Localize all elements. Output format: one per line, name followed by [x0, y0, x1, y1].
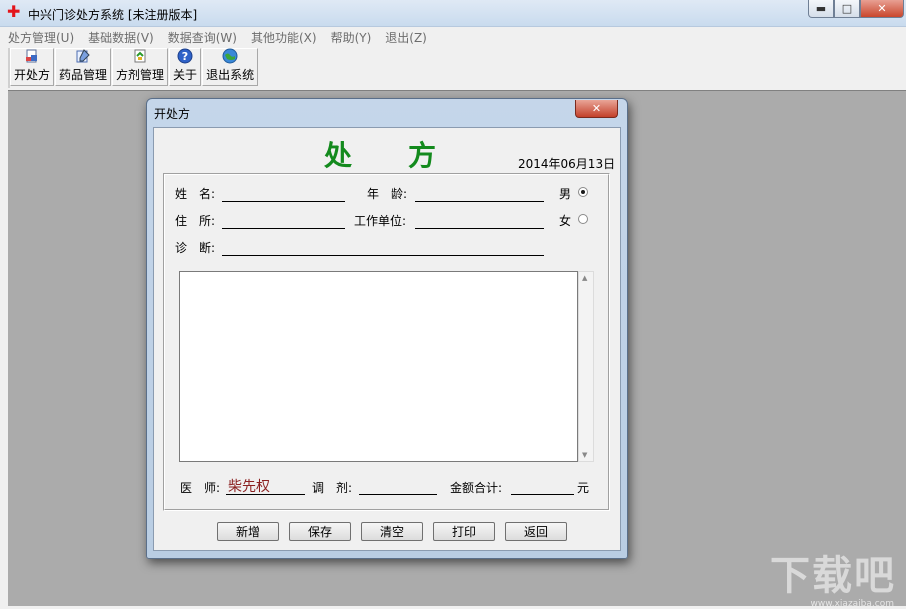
formula-icon: [132, 48, 148, 64]
main-titlebar: ✚ 中兴门诊处方系统 [未注册版本] ▬ □ ✕: [0, 0, 906, 27]
back-button[interactable]: 返回: [505, 522, 567, 541]
menu-basic-data[interactable]: 基础数据(V): [88, 29, 154, 46]
print-button[interactable]: 打印: [433, 522, 495, 541]
dispense-field[interactable]: [359, 494, 437, 495]
close-icon: ✕: [591, 102, 602, 115]
workplace-label: 工作单位:: [354, 214, 407, 228]
prescription-date: 2014年06月13日: [518, 157, 616, 171]
dialog-title: 开处方: [154, 107, 191, 121]
prescription-dialog: 开处方 ✕ 处方 2014年06月13日 姓 名: 年 龄: 男 住 所: 工作…: [146, 98, 628, 559]
minimize-icon: ▬: [815, 2, 827, 15]
toolbar-about-button[interactable]: ? 关于: [169, 48, 202, 86]
address-field[interactable]: [222, 228, 345, 229]
female-radio[interactable]: [578, 214, 588, 224]
prescription-textarea[interactable]: [179, 271, 578, 462]
dispense-label: 调 剂:: [312, 481, 353, 495]
diagnosis-field[interactable]: [222, 255, 544, 256]
toolbar-label: 方剂管理: [116, 68, 165, 82]
menu-exit[interactable]: 退出(Z): [385, 29, 427, 46]
toolbar-label: 药品管理: [59, 68, 108, 82]
name-label: 姓 名:: [175, 187, 216, 201]
maximize-button[interactable]: □: [834, 0, 860, 18]
doctor-label: 医 师:: [180, 481, 221, 495]
diagnosis-label: 诊 断:: [175, 241, 216, 255]
toolbar: 开处方 药品管理 方剂管理 ? 关于 退出系统: [8, 48, 259, 88]
toolbar-drug-management-button[interactable]: 药品管理: [55, 48, 112, 86]
minimize-button[interactable]: ▬: [808, 0, 834, 18]
currency-label: 元: [577, 481, 590, 495]
male-label: 男: [559, 187, 572, 201]
doctor-field-underline: [226, 494, 305, 495]
menubar: 处方管理(U) 基础数据(V) 数据查询(W) 其他功能(X) 帮助(Y) 退出…: [0, 27, 906, 47]
prescription-form-frame: 姓 名: 年 龄: 男 住 所: 工作单位: 女 诊 断: ▲ ▼ 医 师: 柴…: [163, 173, 610, 511]
workplace-field[interactable]: [415, 228, 544, 229]
watermark-url: www.xiazaiba.com: [810, 599, 894, 609]
prescription-scrollbar[interactable]: ▲ ▼: [578, 271, 594, 462]
toolbar-label: 退出系统: [206, 68, 255, 82]
toolbar-formula-management-button[interactable]: 方剂管理: [112, 48, 169, 86]
toolbar-new-prescription-button[interactable]: 开处方: [10, 48, 55, 86]
window-controls: ▬ □ ✕: [808, 0, 904, 18]
svg-text:?: ?: [182, 50, 188, 63]
name-field[interactable]: [222, 201, 345, 202]
clear-button[interactable]: 清空: [361, 522, 423, 541]
window-title: 中兴门诊处方系统 [未注册版本]: [28, 8, 198, 22]
female-label: 女: [559, 214, 572, 228]
menu-prescription[interactable]: 处方管理(U): [8, 29, 74, 46]
watermark-logo: 下载吧: [770, 553, 896, 599]
drug-icon: [75, 48, 91, 64]
age-field[interactable]: [415, 201, 544, 202]
doctor-name[interactable]: 柴先权: [228, 476, 270, 496]
app-cross-icon: ✚: [7, 2, 21, 21]
prescription-heading: 处方: [324, 139, 493, 172]
dialog-close-button[interactable]: ✕: [575, 100, 618, 118]
save-button[interactable]: 保存: [289, 522, 351, 541]
age-label: 年 龄:: [367, 187, 408, 201]
maximize-icon: □: [841, 2, 853, 15]
close-icon: ✕: [877, 2, 887, 15]
total-label: 金额合计:: [450, 481, 503, 495]
address-label: 住 所:: [175, 214, 216, 228]
toolbar-label: 开处方: [14, 68, 51, 82]
menu-data-query[interactable]: 数据查询(W): [168, 29, 237, 46]
help-icon: ?: [177, 48, 193, 64]
close-button[interactable]: ✕: [860, 0, 904, 18]
scroll-up-icon[interactable]: ▲: [582, 274, 587, 282]
scroll-down-icon[interactable]: ▼: [582, 451, 587, 459]
add-button[interactable]: 新增: [217, 522, 279, 541]
toolbar-label: 关于: [173, 68, 198, 82]
menu-help[interactable]: 帮助(Y): [331, 29, 372, 46]
toolbar-exit-button[interactable]: 退出系统: [202, 48, 259, 86]
total-field[interactable]: [511, 494, 574, 495]
dialog-body: 处方 2014年06月13日 姓 名: 年 龄: 男 住 所: 工作单位: 女 …: [153, 127, 621, 551]
exit-globe-icon: [222, 48, 238, 64]
prescription-icon: [24, 48, 40, 64]
male-radio[interactable]: [578, 187, 588, 197]
menu-other[interactable]: 其他功能(X): [251, 29, 317, 46]
